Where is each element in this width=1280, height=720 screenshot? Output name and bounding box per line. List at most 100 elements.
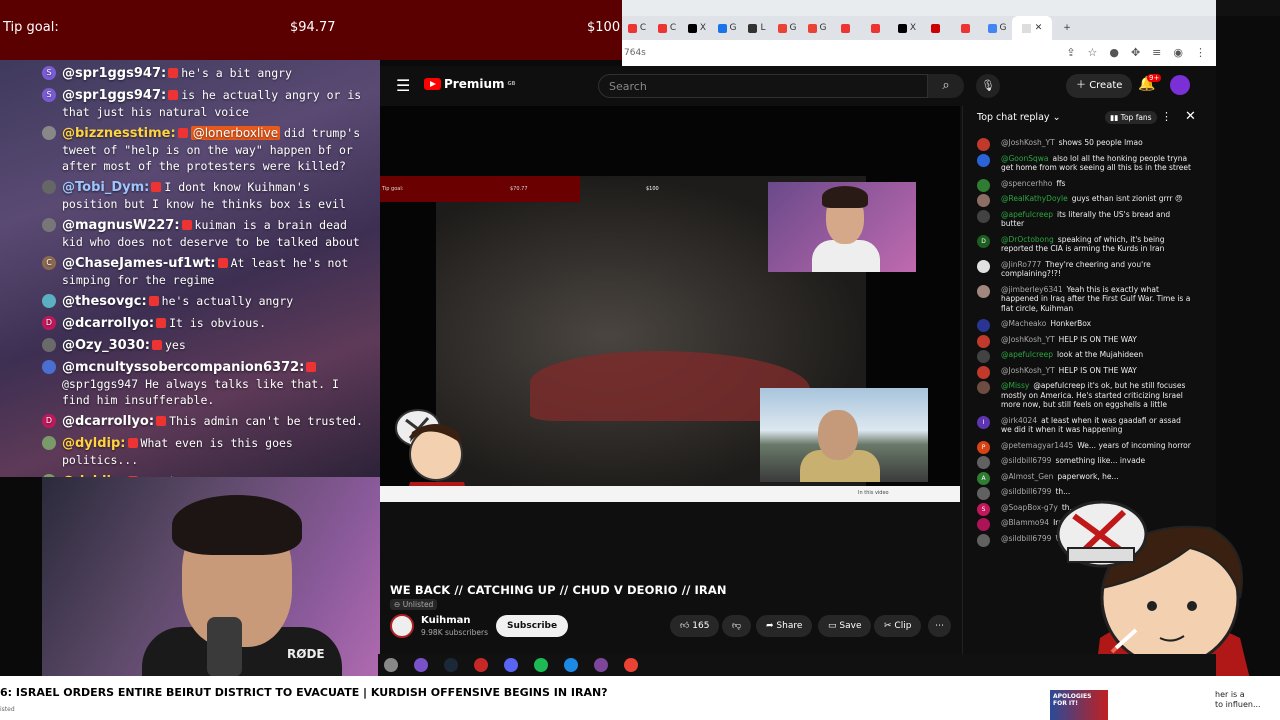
chat-username: @Tobi_Dym: bbox=[62, 180, 150, 195]
youtube-premium-logo[interactable]: Premium GB bbox=[424, 77, 515, 91]
steam-icon[interactable] bbox=[444, 658, 458, 672]
spotify-icon[interactable] bbox=[534, 658, 548, 672]
save-button[interactable]: ▭ Save bbox=[818, 615, 872, 637]
share-button[interactable]: ➦ Share bbox=[756, 615, 813, 637]
chat-username: @bizznesstime: bbox=[62, 126, 176, 141]
member-badge-icon bbox=[151, 182, 162, 192]
replay-avatar bbox=[977, 153, 990, 167]
tab-favicon-icon bbox=[687, 23, 697, 33]
app-icon[interactable] bbox=[384, 658, 398, 672]
discord-icon[interactable] bbox=[504, 658, 518, 672]
clip-button[interactable]: ✂ Clip bbox=[874, 615, 922, 637]
puzzle-icon[interactable]: ✥ bbox=[1131, 46, 1140, 59]
chat-username: @dcarrollyo: bbox=[62, 414, 155, 429]
subscribe-button[interactable]: Subscribe bbox=[496, 615, 569, 637]
search-icon: ⌕ bbox=[942, 78, 950, 93]
search-input[interactable]: Search bbox=[598, 74, 928, 98]
top-fans-button[interactable]: ▮▮ Top fans bbox=[1105, 111, 1157, 124]
browser-tab[interactable] bbox=[832, 18, 862, 38]
tor-icon[interactable] bbox=[594, 658, 608, 672]
replay-text: shows 50 people lmao bbox=[1058, 138, 1143, 147]
browser-tab[interactable]: C bbox=[652, 18, 682, 38]
browser-menu-icon[interactable]: ⋮ bbox=[1195, 46, 1206, 59]
browser-tab[interactable]: G bbox=[802, 18, 832, 38]
obs-icon[interactable] bbox=[414, 658, 428, 672]
new-tab-button[interactable]: + bbox=[1052, 18, 1082, 38]
tab-favicon-icon bbox=[657, 23, 667, 33]
chat-username: @ChaseJames-uf1wt: bbox=[62, 256, 216, 271]
dislike-button[interactable]: 👎︎ bbox=[722, 615, 752, 637]
address-bar[interactable]: 764s ⇪ ☆ ● ✥ ≡ ◉ ⋮ bbox=[622, 40, 1216, 66]
browser-tab[interactable]: G bbox=[772, 18, 802, 38]
hamburger-menu-icon[interactable]: ☰ bbox=[396, 76, 410, 95]
replay-avatar bbox=[977, 138, 990, 151]
replay-username: @JoshKosh_YT bbox=[1001, 334, 1055, 344]
clip-label: Clip bbox=[894, 621, 912, 631]
bookmark-star-icon[interactable]: ☆ bbox=[1087, 46, 1097, 59]
video-title: WE BACK // CATCHING UP // CHUD V DEORIO … bbox=[390, 583, 727, 597]
media-icon[interactable] bbox=[564, 658, 578, 672]
tab-strip: C C X G L G G X G ✕ + bbox=[622, 16, 1216, 40]
browser-tab[interactable] bbox=[952, 18, 982, 38]
like-button[interactable]: 👍︎ 165 bbox=[670, 615, 720, 637]
create-button[interactable]: ＋ Create bbox=[1066, 74, 1133, 98]
mic-icon: 🎙 bbox=[981, 79, 995, 92]
tab-letter: G bbox=[729, 23, 737, 33]
chat-options-icon[interactable]: ⋮ bbox=[1161, 110, 1172, 123]
chat-message: D @dcarrollyo: This admin can't be trusted… bbox=[0, 413, 380, 430]
channel-avatar[interactable] bbox=[390, 614, 414, 638]
browser-tab[interactable] bbox=[922, 18, 952, 38]
tab-favicon-icon bbox=[627, 23, 637, 33]
chat-avatar bbox=[42, 126, 56, 140]
unlisted-icon: ⊖ bbox=[394, 600, 401, 609]
side-text-line2: to influen... bbox=[1215, 700, 1261, 709]
active-tab[interactable]: ✕ bbox=[1012, 16, 1052, 40]
replay-avatar bbox=[977, 350, 990, 363]
search-button[interactable]: ⌕ bbox=[928, 74, 964, 98]
youtube-play-icon bbox=[424, 78, 441, 90]
channel-name[interactable]: Kuihman bbox=[421, 615, 471, 626]
share-page-icon[interactable]: ⇪ bbox=[1066, 46, 1075, 59]
chat-mode-dropdown[interactable]: Top chat replay ⌄ bbox=[977, 112, 1061, 123]
video-thumbnail[interactable]: APOLOGIES FOR IT! bbox=[1050, 690, 1108, 720]
chat-mention: @lonerboxlive bbox=[190, 126, 281, 140]
extension-icon[interactable]: ● bbox=[1109, 46, 1119, 59]
tab-favicon-icon bbox=[897, 23, 907, 33]
chat-username: @mcnultyssobercompanion6372: bbox=[62, 360, 305, 375]
record-icon[interactable] bbox=[474, 658, 488, 672]
member-badge-icon bbox=[181, 220, 192, 230]
replay-avatar bbox=[977, 178, 990, 192]
close-tab-icon[interactable]: ✕ bbox=[1035, 23, 1043, 33]
chat-message: C @ChaseJames-uf1wt: At least he's not sim… bbox=[0, 255, 380, 288]
replay-avatar bbox=[977, 518, 990, 531]
video-player[interactable]: Tip goal: $70.77 $100 In this video bbox=[380, 106, 960, 502]
close-chat-icon[interactable]: ✕ bbox=[1185, 109, 1196, 124]
chat-message: S @spr1ggs947: he's a bit angry bbox=[0, 65, 380, 82]
chrome-icon[interactable] bbox=[624, 658, 638, 672]
voice-search-button[interactable]: 🎙 bbox=[976, 74, 1000, 98]
stream-chat-overlay: S @spr1ggs947: he's a bit angry S @spr1ggs94… bbox=[0, 60, 380, 477]
replay-avatar bbox=[977, 259, 990, 273]
browser-tab[interactable] bbox=[862, 18, 892, 38]
toolbar-icons: ⇪ ☆ ● ✥ ≡ ◉ ⋮ bbox=[1066, 46, 1206, 59]
account-avatar[interactable] bbox=[1170, 75, 1190, 95]
tab-letter: L bbox=[760, 23, 766, 33]
reading-list-icon[interactable]: ≡ bbox=[1152, 46, 1161, 59]
tab-letter: G bbox=[819, 23, 827, 33]
tab-favicon-icon bbox=[841, 23, 850, 33]
browser-tab[interactable]: G bbox=[712, 18, 742, 38]
chat-text: yes bbox=[164, 338, 186, 352]
chat-text: he's a bit angry bbox=[181, 66, 292, 80]
browser-tab[interactable]: L bbox=[742, 18, 772, 38]
browser-tab[interactable]: C bbox=[622, 18, 652, 38]
chat-message: @Tobi_Dym: I dont know Kuihman's position… bbox=[0, 179, 380, 212]
browser-tab[interactable]: X bbox=[892, 18, 922, 38]
browser-tab[interactable]: X bbox=[682, 18, 712, 38]
chat-avatar: D bbox=[42, 414, 56, 428]
browser-tab[interactable]: G bbox=[982, 18, 1012, 38]
replay-username: @petemagyar1445 bbox=[1001, 440, 1074, 450]
tab-letter: X bbox=[699, 23, 707, 33]
profile-icon[interactable]: ◉ bbox=[1173, 46, 1183, 59]
replay-message: @GoonSqwa also lol all the honking people… bbox=[963, 153, 1203, 173]
more-actions-button[interactable]: ⋯ bbox=[928, 615, 951, 637]
